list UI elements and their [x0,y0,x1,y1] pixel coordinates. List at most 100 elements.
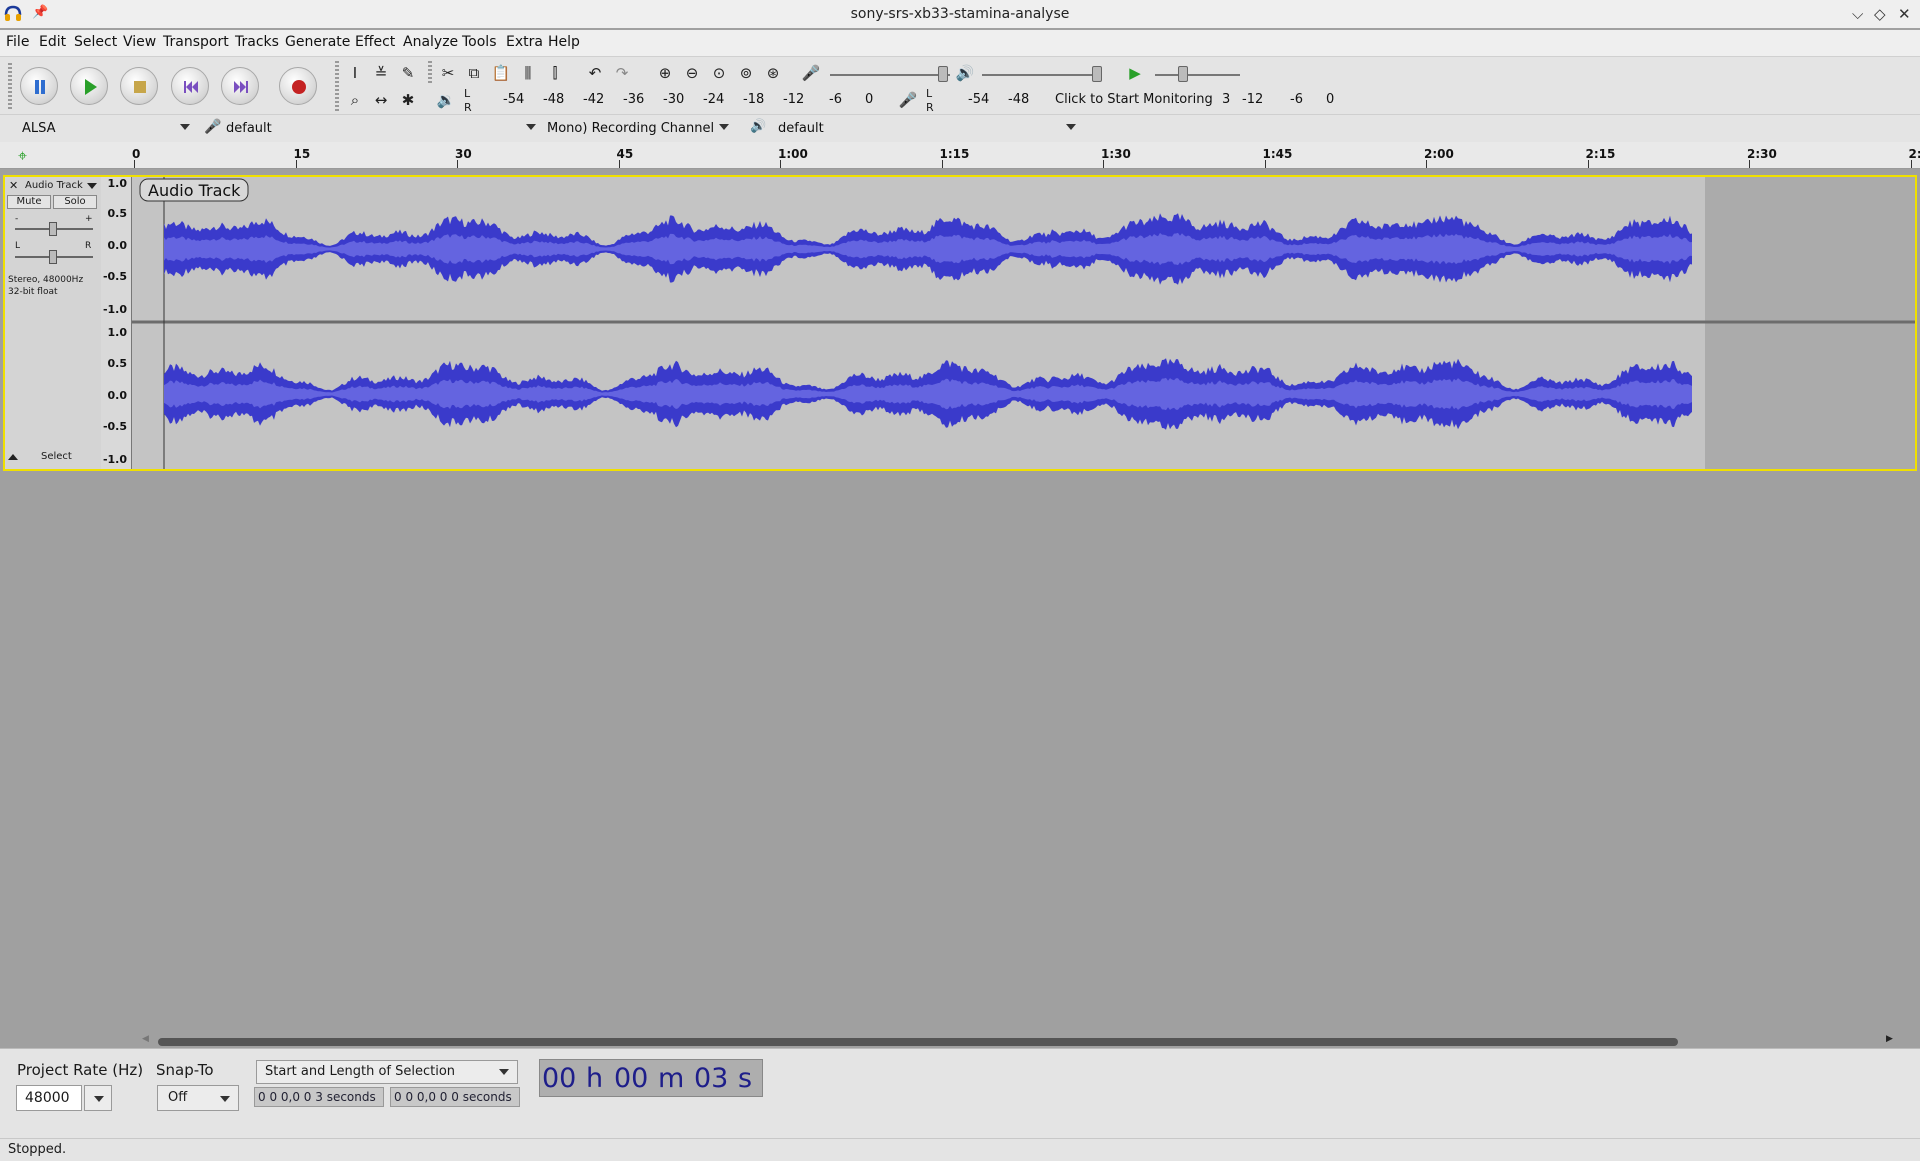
menu-select[interactable]: Select [74,34,117,50]
recording-channels-select[interactable]: Mono) Recording Channel [543,118,733,140]
amplitude-scale[interactable]: 1.0 0.5 0.0 -0.5 -1.0 1.0 0.5 0.0 -0.5 -… [101,177,132,469]
zoom-toggle-icon[interactable]: ⊛ [761,61,785,85]
mute-button[interactable]: Mute [7,195,51,209]
skip-to-start-button[interactable] [171,67,209,105]
undo-icon[interactable]: ↶ [583,61,607,85]
recording-volume-slider[interactable] [830,74,950,76]
menu-tools[interactable]: Tools [462,34,497,50]
close-window-icon[interactable]: ✕ [1898,5,1911,23]
trim-icon[interactable]: ⫼ [516,61,540,85]
select-track-button[interactable]: Select [41,451,72,462]
play-at-speed-icon[interactable]: ▶ [1123,61,1147,85]
scale-label: 0.5 [108,357,128,370]
ruler-tick [1588,160,1589,168]
recording-device-select[interactable]: default [220,118,540,140]
waveform-display[interactable]: Audio Track [132,177,1915,469]
scroll-right-icon[interactable]: ▶ [1886,1034,1893,1044]
ruler-label: 2:00 [1424,147,1454,161]
snap-to-select[interactable]: Off [157,1085,239,1111]
play-speed-slider[interactable] [1155,74,1240,76]
meter-tick: -12 [1242,92,1263,107]
skip-to-end-button[interactable] [221,67,259,105]
copy-icon[interactable]: ⧉ [462,61,486,85]
collapse-track-icon[interactable] [8,454,18,460]
paste-icon[interactable]: 📋 [489,61,513,85]
ruler-tick [780,160,781,168]
monitor-prompt[interactable]: Click to Start Monitoring [1055,92,1213,107]
fit-project-icon[interactable]: ⊚ [734,61,758,85]
zoom-tool-icon[interactable]: ⌕ [343,88,367,112]
playback-volume-slider[interactable] [982,74,1102,76]
record-meter[interactable]: -54 -48 -42 -36 -30 -24 -18 -12 -6 0 [475,87,875,113]
scale-label: -0.5 [103,270,127,283]
track-menu-chevron-icon[interactable] [87,183,97,189]
audio-position-display[interactable]: 00 h 00 m 03 s [539,1059,763,1097]
silence-icon[interactable]: ⫿ [543,61,567,85]
minimize-icon[interactable]: ⌵ [1852,5,1863,23]
menu-transport[interactable]: Transport [163,34,229,50]
recording-device-value: default [226,121,272,136]
recording-channels-value: Mono) Recording Channel [547,121,714,136]
track-name-menu[interactable]: Audio Track [25,180,83,191]
selection-mode-select[interactable]: Start and Length of Selection [256,1060,518,1084]
pin-playhead-icon[interactable]: ⌖ [18,146,27,166]
timeline-ruler[interactable]: ⌖ 01530451:001:151:301:452:002:152:302:4… [0,142,1920,169]
recording-device-mic-icon: 🎤 [204,119,221,135]
maximize-icon[interactable]: ◇ [1874,5,1886,23]
multi-tool-icon[interactable]: ✱ [396,88,420,112]
edit-grip[interactable] [428,61,432,83]
ruler-tick [134,160,135,168]
transport-grip[interactable] [8,63,12,109]
menu-view[interactable]: View [123,34,156,50]
play-speed-thumb[interactable] [1178,66,1188,82]
close-track-icon[interactable]: ✕ [9,179,18,192]
selection-start-field[interactable]: 0 0 0,0 0 3 seconds [254,1087,384,1107]
pan-slider-thumb[interactable] [49,250,57,264]
playback-device-select[interactable]: default [772,118,1080,140]
menu-effect[interactable]: Effect [355,34,395,50]
audio-host-select[interactable]: ALSA [16,118,194,140]
redo-icon[interactable]: ↷ [610,61,634,85]
scale-label: 0.0 [108,239,128,252]
play-button[interactable] [70,67,108,105]
menu-analyze[interactable]: Analyze [403,34,458,50]
fit-selection-icon[interactable]: ⊙ [707,61,731,85]
mic-meter-icon[interactable]: 🎤 [896,88,920,112]
mute-label: Mute [16,196,41,207]
playback-volume-thumb[interactable] [1092,66,1102,82]
pan-left-label: L [15,241,20,251]
draw-tool-icon[interactable]: ✎ [396,61,420,85]
monitor-meter[interactable]: -54 -48 Click to Start Monitoring 3 -12 … [936,87,1336,113]
pause-button[interactable] [20,67,58,105]
scrollbar-thumb[interactable] [158,1038,1678,1046]
scroll-left-icon[interactable]: ◀ [142,1034,149,1044]
menu-tracks[interactable]: Tracks [235,34,279,50]
speaker-meter-icon: 🔉 [434,88,458,112]
cut-icon[interactable]: ✂ [436,61,460,85]
project-rate-input[interactable]: 48000 [16,1085,82,1111]
menu-file[interactable]: File [6,34,29,50]
menu-help[interactable]: Help [548,34,580,50]
stop-button[interactable] [120,67,158,105]
gain-slider-thumb[interactable] [49,222,57,236]
ruler-label: 30 [455,147,472,161]
envelope-tool-icon[interactable]: ≚ [369,61,393,85]
horizontal-scrollbar[interactable]: ◀ ▶ [148,1036,1888,1048]
ruler-label: 0 [132,147,140,161]
selection-tool-icon[interactable]: I [343,61,367,85]
menu-extra[interactable]: Extra [506,34,543,50]
zoom-out-icon[interactable]: ⊖ [680,61,704,85]
record-button[interactable] [279,67,317,105]
recording-volume-thumb[interactable] [938,66,948,82]
meter-tick: -36 [623,92,644,107]
time-seconds: 03 [694,1063,728,1094]
selection-length-value: 0 0 0,0 0 0 seconds [394,1090,512,1104]
solo-button[interactable]: Solo [53,195,97,209]
project-rate-dropdown[interactable] [84,1085,112,1111]
menu-generate[interactable]: Generate [285,34,350,50]
menu-edit[interactable]: Edit [39,34,66,50]
timeshift-tool-icon[interactable]: ↔ [369,88,393,112]
tools-grip[interactable] [335,61,339,111]
zoom-in-icon[interactable]: ⊕ [653,61,677,85]
selection-length-field[interactable]: 0 0 0,0 0 0 seconds [390,1087,520,1107]
